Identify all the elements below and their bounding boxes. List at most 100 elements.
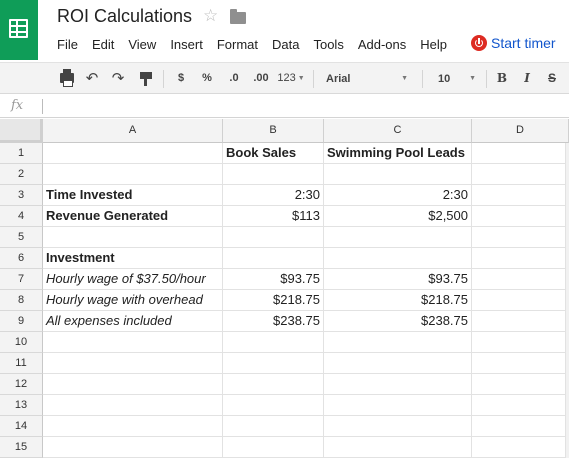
currency-format-button[interactable]: $ (174, 63, 188, 93)
cell-c[interactable] (324, 227, 472, 248)
row-header[interactable]: 12 (0, 374, 43, 395)
more-formats-button[interactable]: 123 ▼ (274, 63, 308, 93)
cell-d[interactable] (472, 395, 566, 416)
italic-button[interactable]: I (519, 63, 535, 93)
cell-a[interactable] (43, 416, 223, 437)
font-family-select[interactable]: Arial ▼ (326, 69, 408, 89)
cell-d[interactable] (472, 290, 566, 311)
decrease-decimals-button[interactable]: .0 (224, 63, 244, 93)
column-header-c[interactable]: C (324, 119, 472, 143)
row-header[interactable]: 5 (0, 227, 43, 248)
row-header[interactable]: 10 (0, 332, 43, 353)
cell-c[interactable]: 2:30 (324, 185, 472, 206)
cell-c[interactable]: $93.75 (324, 269, 472, 290)
cell-c[interactable] (324, 437, 472, 458)
cell-d[interactable] (472, 185, 566, 206)
cell-c[interactable] (324, 353, 472, 374)
cell-b[interactable] (223, 437, 324, 458)
cell-c[interactable] (324, 332, 472, 353)
percent-format-button[interactable]: % (200, 63, 214, 93)
row-header[interactable]: 9 (0, 311, 43, 332)
cell-d[interactable] (472, 164, 566, 185)
menu-tools[interactable]: Tools (313, 37, 343, 53)
cell-a[interactable]: Investment (43, 248, 223, 269)
cell-a[interactable] (43, 227, 223, 248)
document-title[interactable]: ROI Calculations (57, 6, 192, 27)
cell-a[interactable] (43, 164, 223, 185)
cell-c[interactable] (324, 395, 472, 416)
sheets-logo-icon[interactable] (0, 0, 38, 60)
cell-b[interactable] (223, 164, 324, 185)
cell-a[interactable]: Revenue Generated (43, 206, 223, 227)
cell-b[interactable] (223, 332, 324, 353)
cell-b[interactable] (223, 395, 324, 416)
cell-c[interactable] (324, 164, 472, 185)
row-header[interactable]: 6 (0, 248, 43, 269)
cell-b[interactable]: $238.75 (223, 311, 324, 332)
menu-help[interactable]: Help (420, 37, 447, 53)
cell-d[interactable] (472, 143, 566, 164)
cell-a[interactable] (43, 332, 223, 353)
undo-icon[interactable]: ↶ (82, 63, 102, 93)
cell-b[interactable]: 2:30 (223, 185, 324, 206)
row-header[interactable]: 7 (0, 269, 43, 290)
cell-d[interactable] (472, 269, 566, 290)
bold-button[interactable]: B (494, 63, 510, 93)
cell-b[interactable] (223, 374, 324, 395)
column-header-d[interactable]: D (472, 119, 569, 143)
cell-b[interactable] (223, 416, 324, 437)
row-header[interactable]: 11 (0, 353, 43, 374)
cell-a[interactable] (43, 437, 223, 458)
menu-format[interactable]: Format (217, 37, 258, 53)
cell-a[interactable]: Time Invested (43, 185, 223, 206)
row-header[interactable]: 14 (0, 416, 43, 437)
cell-c[interactable]: $218.75 (324, 290, 472, 311)
strikethrough-button[interactable]: S (544, 63, 560, 93)
cell-d[interactable] (472, 206, 566, 227)
cell-a[interactable]: Hourly wage of $37.50/hour (43, 269, 223, 290)
cell-a[interactable]: Hourly wage with overhead (43, 290, 223, 311)
cell-b[interactable]: $93.75 (223, 269, 324, 290)
cell-c[interactable] (324, 416, 472, 437)
redo-icon[interactable]: ↷ (108, 63, 128, 93)
row-header[interactable]: 3 (0, 185, 43, 206)
row-header[interactable]: 15 (0, 437, 43, 458)
row-header[interactable]: 1 (0, 143, 43, 164)
cell-b[interactable]: $113 (223, 206, 324, 227)
menu-insert[interactable]: Insert (170, 37, 203, 53)
cell-d[interactable] (472, 332, 566, 353)
cell-b[interactable]: Book Sales (223, 143, 324, 164)
cell-a[interactable] (43, 374, 223, 395)
formula-input[interactable] (42, 99, 43, 114)
menu-addons[interactable]: Add-ons (358, 37, 406, 53)
row-header[interactable]: 8 (0, 290, 43, 311)
cell-a[interactable] (43, 353, 223, 374)
row-header[interactable]: 4 (0, 206, 43, 227)
cell-c[interactable]: $2,500 (324, 206, 472, 227)
menu-view[interactable]: View (128, 37, 156, 53)
folder-icon[interactable] (230, 9, 246, 24)
cell-b[interactable] (223, 353, 324, 374)
select-all-corner[interactable] (0, 119, 43, 143)
cell-d[interactable] (472, 374, 566, 395)
paint-format-icon[interactable] (140, 72, 152, 86)
menu-file[interactable]: File (57, 37, 78, 53)
cell-c[interactable]: $238.75 (324, 311, 472, 332)
cell-d[interactable] (472, 416, 566, 437)
cell-a[interactable] (43, 143, 223, 164)
increase-decimals-button[interactable]: .00 (250, 63, 272, 93)
cell-c[interactable]: Swimming Pool Leads (324, 143, 472, 164)
cell-b[interactable] (223, 248, 324, 269)
row-header[interactable]: 2 (0, 164, 43, 185)
cell-d[interactable] (472, 311, 566, 332)
cell-d[interactable] (472, 227, 566, 248)
cell-b[interactable] (223, 227, 324, 248)
row-header[interactable]: 13 (0, 395, 43, 416)
column-header-b[interactable]: B (223, 119, 324, 143)
cell-a[interactable] (43, 395, 223, 416)
font-size-select[interactable]: 10 ▼ (438, 69, 476, 89)
menu-edit[interactable]: Edit (92, 37, 114, 53)
cell-c[interactable] (324, 374, 472, 395)
column-header-a[interactable]: A (43, 119, 223, 143)
cell-a[interactable]: All expenses included (43, 311, 223, 332)
